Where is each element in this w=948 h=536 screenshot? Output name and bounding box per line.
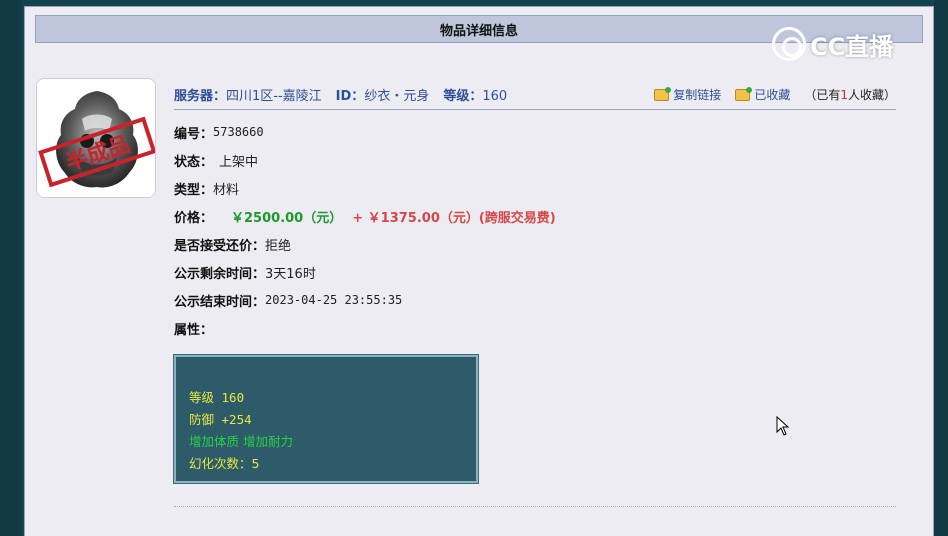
bargain-value: 拒绝 (265, 238, 292, 254)
end-time-label: 公示结束时间： (174, 294, 266, 310)
end-time-value: 2023-04-25 23:55:35 (265, 293, 403, 307)
attributes-box: 等级 160 防御 +254 增加体质 增加耐力 幻化次数：5 (173, 354, 479, 484)
copy-link-label: 复制链接 (673, 88, 722, 102)
price-value: ￥2500.00（元） (231, 210, 343, 226)
cross-server-fee: + ￥1375.00（元）(跨服交易费) (352, 210, 556, 226)
type-label: 类型： (174, 182, 214, 198)
item-summary-bar: 服务器：四川1区--嘉陵江 ID：纱衣・元身 等级：160 复制链接 已收藏 （… (174, 80, 896, 110)
item-thumbnail: 半成品 (36, 78, 156, 198)
remaining-time-value: 3天16时 (265, 266, 316, 282)
watermark-text: CC直播 (810, 32, 894, 61)
favorite-count-prefix: （已有 (804, 88, 841, 102)
level-value: 160 (482, 89, 508, 104)
bargain-label: 是否接受还价： (174, 238, 266, 254)
item-actions: 复制链接 已收藏 （已有1人收藏） (654, 86, 896, 103)
status-row: 状态： 上架中 (174, 146, 894, 174)
id-info: ID：纱衣・元身 (336, 85, 430, 104)
price-label: 价格： (174, 210, 214, 226)
bargain-row: 是否接受还价： 拒绝 (174, 230, 894, 258)
favorite-count-number: 1 (840, 88, 848, 102)
serial-label: 编号： (174, 126, 214, 142)
left-frame-border (0, 0, 22, 536)
price-row: 价格： ￥2500.00（元） + ￥1375.00（元）(跨服交易费) (174, 202, 894, 230)
stream-watermark: CC直播 (772, 26, 893, 62)
level-label: 等级： (443, 89, 483, 104)
attributes-row: 属性： (174, 314, 894, 342)
end-time-row: 公示结束时间： 2023-04-25 23:55:35 (174, 286, 894, 314)
copy-link-icon (654, 86, 672, 101)
status-label: 状态： (174, 154, 214, 170)
favorite-icon (735, 86, 753, 101)
type-row: 类型： 材料 (174, 174, 894, 202)
id-value: 纱衣・元身 (364, 89, 430, 104)
mouse-pointer-icon (776, 416, 790, 436)
favorite-count-suffix: 人收藏） (847, 88, 896, 102)
level-info: 等级：160 (443, 85, 507, 104)
right-frame-border (934, 0, 948, 536)
id-label: ID： (335, 89, 365, 104)
attr-transform-count: 幻化次数：5 (189, 456, 260, 471)
remaining-time-row: 公示剩余时间： 3天16时 (174, 258, 894, 286)
favorite-label: 已收藏 (754, 88, 791, 102)
copy-link-button[interactable]: 复制链接 (654, 86, 721, 103)
server-label: 服务器： (174, 89, 227, 104)
remaining-time-label: 公示剩余时间： (174, 266, 266, 282)
item-image-icon: 半成品 (37, 79, 155, 197)
favorite-button[interactable]: 已收藏 (735, 86, 790, 103)
item-details: 编号： 5738660 状态： 上架中 类型： 材料 价格： ￥2500.00（… (174, 118, 894, 342)
status-value: 上架中 (219, 154, 259, 170)
server-value: 四川1区--嘉陵江 (226, 89, 322, 104)
attr-defense: 防御 +254 (189, 412, 252, 427)
attributes-label: 属性： (174, 322, 214, 338)
attr-level: 等级 160 (189, 390, 245, 405)
cc-logo-icon (772, 27, 806, 61)
section-divider (174, 506, 896, 507)
attr-bonus: 增加体质 增加耐力 (189, 434, 293, 449)
server-info: 服务器：四川1区--嘉陵江 (174, 85, 322, 104)
type-value: 材料 (213, 182, 240, 198)
serial-row: 编号： 5738660 (174, 118, 894, 146)
favorite-count: （已有1人收藏） (804, 86, 896, 103)
serial-value: 5738660 (213, 125, 264, 139)
